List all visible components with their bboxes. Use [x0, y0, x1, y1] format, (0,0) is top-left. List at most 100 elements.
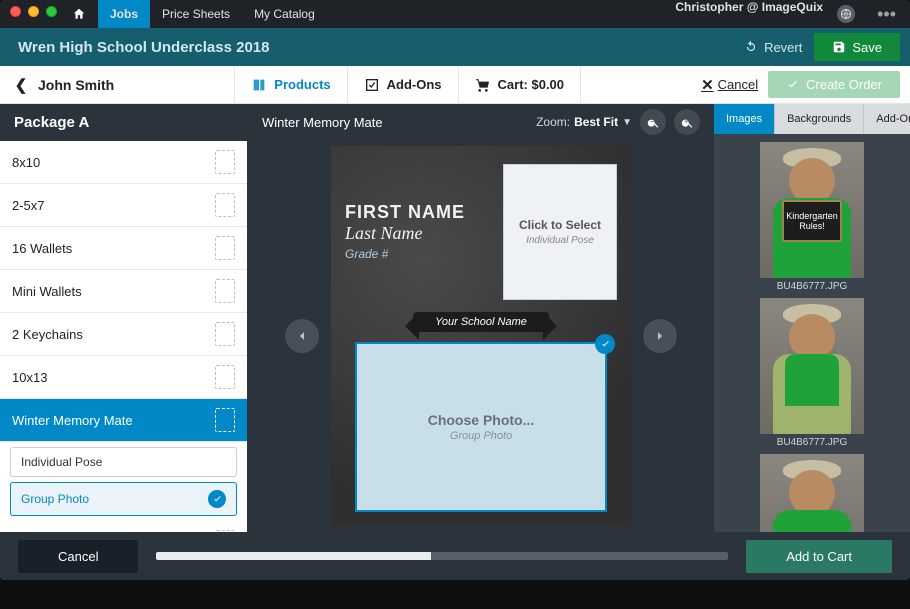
package-panel: Package A 8x102-5x716 WalletsMini Wallet… [0, 104, 248, 532]
more-menu-icon[interactable]: ••• [863, 0, 910, 28]
package-subslot[interactable]: Group Photo [10, 482, 237, 516]
add-to-cart-button[interactable]: Add to Cart [746, 540, 892, 573]
preview-panel: Winter Memory Mate Zoom: Best Fit ▼ FIRS… [248, 104, 714, 532]
cancel-button[interactable]: Cancel [18, 540, 138, 573]
thumbnail[interactable]: KindergartenRules!BU4B6777.JPG [760, 142, 864, 292]
bottom-bar: Cancel Add to Cart [0, 532, 910, 580]
chalk-text: FIRST NAME Last Name Grade # [345, 202, 465, 261]
package-item[interactable]: 10x13 [0, 356, 247, 399]
tab-products[interactable]: Products [234, 66, 346, 104]
prev-product-button[interactable] [285, 319, 319, 353]
package-list: 8x10 2-5x7 16 Wallets Mini Wallets 2 Keychai… [0, 141, 247, 532]
close-window-icon[interactable] [10, 6, 21, 17]
save-label: Save [852, 40, 882, 55]
package-item[interactable]: 16 Wallets [0, 227, 247, 270]
package-subslot[interactable]: Individual Pose [10, 447, 237, 477]
subslot-label: Group Photo [21, 492, 89, 506]
product-canvas: FIRST NAME Last Name Grade # Click to Se… [331, 146, 631, 526]
asset-tab[interactable]: Add-Ons [863, 104, 910, 134]
slot-subtitle: Group Photo [450, 430, 512, 442]
package-item-label: Mini Wallets [12, 284, 82, 299]
thumbnail[interactable] [760, 454, 864, 532]
back-button[interactable]: ❮ [10, 76, 32, 94]
package-item-label: 10x13 [12, 370, 47, 385]
close-icon: ✕ [701, 76, 714, 94]
package-sublist: Individual Pose Group Photo [0, 447, 247, 516]
package-item[interactable]: 2-5x7 [0, 184, 247, 227]
top-nav: Jobs Price Sheets My Catalog Christopher… [0, 0, 910, 28]
preview-product-name: Winter Memory Mate [262, 115, 536, 130]
slot-title: Click to Select [519, 218, 601, 232]
package-item[interactable]: Mini Wallets [0, 270, 247, 313]
package-item[interactable]: 8x10 [0, 141, 247, 184]
package-item[interactable]: 2 Keychains [0, 313, 247, 356]
individual-pose-slot[interactable]: Click to Select Individual Pose [503, 164, 617, 300]
thumbnail-image [760, 298, 864, 434]
cart-label: Cart: $0.00 [498, 77, 564, 92]
asset-tab[interactable]: Images [714, 104, 774, 134]
nav-jobs[interactable]: Jobs [98, 0, 150, 28]
thumbnail-image: KindergartenRules! [760, 142, 864, 278]
package-item-label: 2 Keychains [12, 327, 83, 342]
addons-icon [364, 77, 380, 93]
package-slot-icon [215, 322, 235, 346]
thumbnail[interactable]: BU4B6777.JPG [760, 298, 864, 448]
subslot-label: Individual Pose [21, 455, 102, 469]
zoom-label: Zoom: [536, 115, 570, 129]
save-icon [832, 40, 846, 54]
create-order-button[interactable]: Create Order [768, 71, 900, 98]
group-photo-slot[interactable]: Choose Photo... Group Photo [355, 342, 607, 512]
nav-price-sheets[interactable]: Price Sheets [150, 0, 242, 28]
package-item-label: 16 Wallets [12, 241, 72, 256]
package-slot-icon [215, 365, 235, 389]
main-area: Package A 8x102-5x716 WalletsMini Wallet… [0, 104, 910, 532]
addons-label: Add-Ons [387, 77, 442, 92]
products-label: Products [274, 77, 330, 92]
asset-tab[interactable]: Backgrounds [774, 104, 863, 134]
check-icon [208, 490, 226, 508]
thumbnail-list: KindergartenRules!BU4B6777.JPG BU4B6777.J… [714, 134, 910, 532]
preview-header: Winter Memory Mate Zoom: Best Fit ▼ [248, 104, 714, 140]
package-slot-icon [215, 408, 235, 432]
nav-my-catalog[interactable]: My Catalog [242, 0, 327, 28]
thumbnail-caption: BU4B6777.JPG [760, 437, 864, 448]
next-product-button[interactable] [643, 319, 677, 353]
package-item[interactable]: Winter Memory Mate [0, 399, 247, 442]
revert-label: Revert [764, 40, 802, 55]
minimize-window-icon[interactable] [28, 6, 39, 17]
home-button[interactable] [60, 0, 98, 28]
check-icon [786, 78, 800, 92]
title-bar: Wren High School Underclass 2018 Revert … [0, 28, 910, 66]
zoom-value: Best Fit [574, 115, 618, 129]
subject-name: John Smith [32, 77, 114, 93]
products-icon [251, 77, 267, 93]
macos-window-controls [10, 6, 57, 17]
school-banner-text: Your School Name [413, 312, 549, 332]
first-name-text: FIRST NAME [345, 202, 465, 223]
slot-title: Choose Photo... [428, 412, 535, 428]
package-item-label: 8x10 [12, 155, 40, 170]
save-button[interactable]: Save [814, 33, 900, 61]
tab-cart[interactable]: Cart: $0.00 [458, 66, 581, 104]
progress-fill [156, 552, 430, 560]
zoom-control[interactable]: Zoom: Best Fit ▼ [536, 115, 632, 129]
package-slot-icon [215, 236, 235, 260]
package-slot-icon [215, 150, 235, 174]
tab-addons[interactable]: Add-Ons [347, 66, 458, 104]
zoom-out-button[interactable] [640, 109, 666, 135]
slot-selected-icon [595, 334, 615, 354]
globe-icon[interactable] [837, 5, 855, 23]
expand-window-icon[interactable] [46, 6, 57, 17]
asset-panel: ImagesBackgroundsAdd-Ons KindergartenRul… [714, 104, 910, 532]
slot-subtitle: Individual Pose [526, 235, 594, 246]
cancel-order-button[interactable]: ✕ Cancel [701, 76, 758, 94]
package-item[interactable]: Mouse Pad [0, 521, 247, 532]
revert-button[interactable]: Revert [732, 28, 814, 66]
chevron-down-icon: ▼ [622, 117, 632, 128]
thumbnail-image [760, 454, 864, 532]
zoom-in-button[interactable] [674, 109, 700, 135]
cart-icon [475, 77, 491, 93]
sign-text: KindergartenRules! [782, 200, 842, 242]
user-label: Christopher @ ImageQuix [665, 0, 833, 28]
cancel-label: Cancel [718, 77, 758, 92]
